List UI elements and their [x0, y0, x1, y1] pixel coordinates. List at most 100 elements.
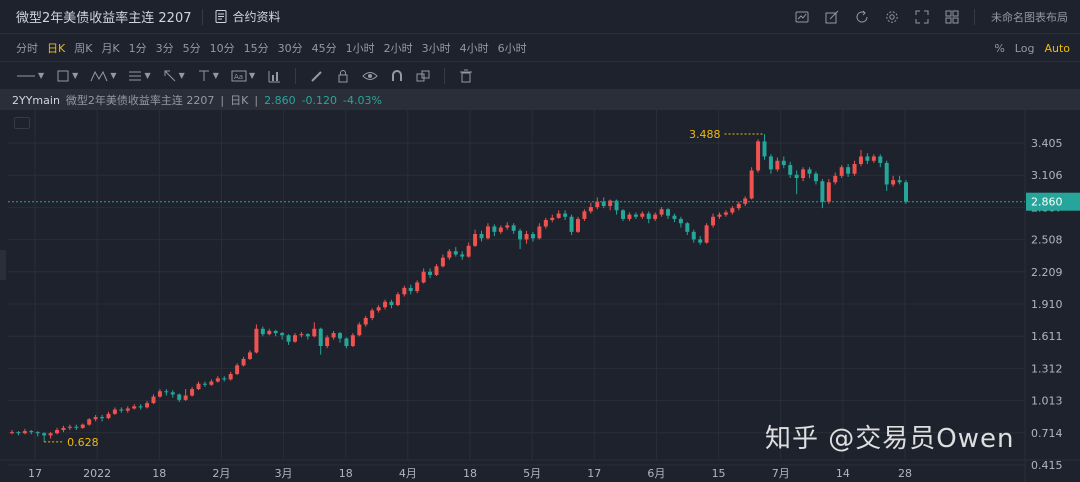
lock-tool[interactable]	[336, 66, 350, 86]
candle-body	[485, 226, 490, 239]
arrow-tool[interactable]: ▼	[163, 66, 185, 86]
timeframe-item[interactable]: 1分	[129, 40, 147, 56]
edit-icon[interactable]	[824, 9, 840, 25]
timeframe-item[interactable]: 周K	[74, 40, 92, 56]
timeframe-item[interactable]: 4小时	[460, 40, 489, 56]
candle-body	[16, 432, 21, 434]
candle-body	[157, 391, 162, 397]
candle-body	[653, 214, 658, 219]
indicator-tool[interactable]	[267, 66, 281, 86]
timeframe-item[interactable]: 月K	[101, 40, 119, 56]
pencil-icon	[311, 70, 322, 82]
candle-body	[730, 208, 735, 213]
candle-body	[260, 328, 265, 335]
candle-body	[698, 239, 703, 243]
rectangle-tool[interactable]: ▼	[56, 66, 78, 86]
auto-scale-button[interactable]: Auto	[1044, 42, 1070, 55]
legend-values: 2.860 -0.120 -4.03%	[264, 94, 388, 107]
symbol-title[interactable]: 微型2年美债收益率主连 2207	[16, 7, 192, 26]
timeframe-item[interactable]: 10分	[210, 40, 235, 56]
timeframe-item[interactable]: 3小时	[422, 40, 451, 56]
candle-body	[61, 427, 66, 430]
candle-body	[247, 352, 252, 359]
toolbar-divider	[444, 67, 446, 84]
candle-body	[627, 214, 632, 219]
magnet-tool[interactable]	[390, 66, 404, 86]
candle-body	[338, 333, 343, 339]
timeframe-item[interactable]: 1小时	[346, 40, 375, 56]
candle-body	[363, 318, 368, 325]
timeframe-item[interactable]: 2小时	[384, 40, 413, 56]
candle-body	[151, 396, 156, 404]
candle-body	[640, 213, 645, 217]
clone-tool[interactable]	[416, 66, 430, 86]
log-scale-button[interactable]: Log	[1015, 42, 1035, 55]
candle-body	[685, 223, 690, 232]
last-price-label: 2.860	[1031, 196, 1063, 209]
candle-body	[196, 383, 201, 390]
text-tool[interactable]: ▼	[197, 66, 219, 86]
label-tool[interactable]: Aa ▼	[231, 66, 255, 86]
line-tool[interactable]: ▼	[16, 66, 44, 86]
side-panel-handle[interactable]	[0, 250, 6, 280]
eye-icon	[362, 71, 378, 80]
fibonacci-tool[interactable]: ▼	[128, 66, 151, 86]
x-tick-label: 17	[587, 467, 601, 480]
candle-body	[177, 394, 182, 400]
svg-text:Aa: Aa	[234, 73, 243, 81]
timeframe-item[interactable]: 45分	[312, 40, 337, 56]
text-icon	[198, 70, 209, 81]
gear-icon[interactable]	[884, 9, 900, 25]
candle-body	[48, 433, 53, 436]
chart-settings-button[interactable]	[14, 117, 30, 129]
candle-body	[22, 431, 27, 434]
candle-body	[170, 392, 175, 395]
candle-body	[286, 335, 291, 342]
label-icon: Aa	[231, 70, 247, 81]
timeframe-item[interactable]: 3分	[156, 40, 174, 56]
fibonacci-icon	[129, 71, 142, 80]
fullscreen-icon[interactable]	[914, 9, 930, 25]
candle-body	[453, 251, 458, 255]
candle-body	[460, 254, 465, 257]
candle-body	[575, 218, 580, 232]
candle-body	[691, 231, 696, 240]
timeframe-item[interactable]: 6小时	[498, 40, 527, 56]
chevron-down-icon: ▼	[178, 71, 185, 80]
timeframe-item-active[interactable]: 日K	[47, 40, 65, 56]
candle-body	[344, 338, 349, 346]
x-tick-label: 2月	[212, 467, 230, 480]
candle-body	[524, 234, 529, 240]
candle-body	[601, 201, 606, 206]
contract-info-button[interactable]: 合约资料	[213, 8, 281, 25]
y-tick-label: 3.106	[1031, 169, 1063, 182]
x-tick-label: 2022	[83, 467, 111, 480]
candle-body	[202, 383, 207, 385]
x-tick-label: 28	[898, 467, 912, 480]
candle-body	[904, 182, 908, 202]
timeframe-item[interactable]: 30分	[278, 40, 303, 56]
candle-body	[621, 210, 626, 219]
legend-change: -0.120	[301, 93, 338, 107]
refresh-icon[interactable]	[854, 9, 870, 25]
grid-layout-icon[interactable]	[944, 9, 960, 25]
visibility-tool[interactable]	[362, 66, 378, 86]
delete-tool[interactable]	[459, 66, 473, 86]
candle-body	[518, 230, 523, 240]
candle-body	[530, 234, 535, 239]
candle-body	[254, 328, 259, 353]
layout-name-button[interactable]: 未命名图表布局	[991, 9, 1068, 25]
snapshot-icon[interactable]	[794, 9, 810, 25]
bar-chart-icon	[268, 70, 281, 82]
timeframe-item[interactable]: 5分	[183, 40, 201, 56]
x-tick-label: 18	[339, 467, 353, 480]
candle-body	[826, 182, 831, 202]
pattern-tool[interactable]: ▼	[90, 66, 116, 86]
legend-change-pct: -4.03%	[343, 93, 382, 107]
candle-body	[299, 334, 304, 336]
timeframe-item[interactable]: 15分	[244, 40, 269, 56]
timeframe-item[interactable]: 分时	[16, 40, 38, 56]
pencil-tool[interactable]	[310, 66, 324, 86]
percent-scale-button[interactable]: %	[994, 42, 1004, 55]
candle-body	[633, 214, 638, 217]
